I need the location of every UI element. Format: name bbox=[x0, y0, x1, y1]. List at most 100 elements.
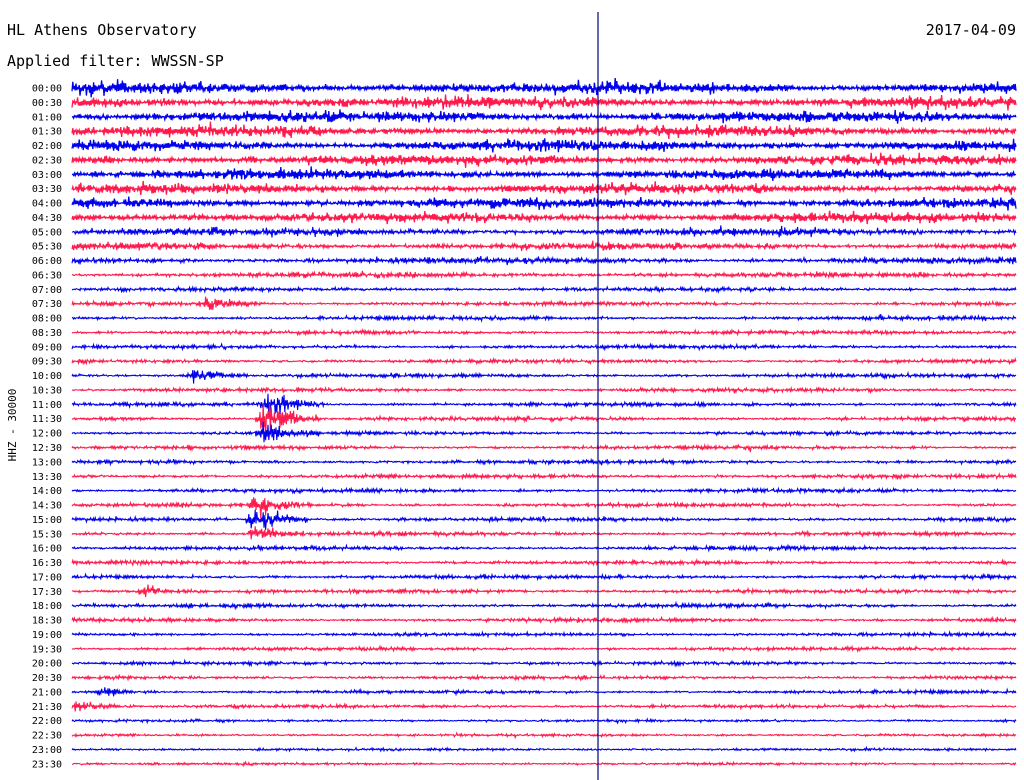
row-time-label: 04:00 bbox=[32, 199, 62, 210]
seismic-trace bbox=[71, 600, 1017, 611]
row-time-label: 16:30 bbox=[32, 558, 62, 569]
row-time-label: 06:00 bbox=[32, 256, 62, 267]
seismogram-chart: HL Athens Observatory 2017-04-09 Applied… bbox=[6, 12, 1017, 780]
seismic-trace bbox=[71, 270, 1017, 280]
seismic-trace bbox=[71, 731, 1017, 740]
seismic-trace bbox=[71, 717, 1017, 725]
row-time-label: 21:30 bbox=[32, 702, 62, 713]
time-axis: 00:00 00:30 01:00 01:30 02:00 02:30 03:00 03:30… bbox=[32, 84, 62, 771]
seismic-trace bbox=[71, 421, 1017, 443]
seismic-trace bbox=[71, 687, 1017, 697]
row-time-label: 02:00 bbox=[32, 141, 62, 152]
row-time-label: 03:00 bbox=[32, 170, 62, 181]
seismic-trace bbox=[71, 196, 1017, 211]
row-time-label: 22:30 bbox=[32, 731, 62, 742]
row-time-label: 06:30 bbox=[32, 270, 62, 281]
seismic-trace bbox=[71, 760, 1017, 768]
row-time-label: 08:30 bbox=[32, 328, 62, 339]
seismic-trace bbox=[71, 109, 1017, 124]
seismic-trace bbox=[71, 138, 1017, 153]
seismic-trace bbox=[71, 225, 1017, 238]
station-title: HL Athens Observatory bbox=[7, 21, 197, 39]
seismic-trace bbox=[71, 701, 1017, 712]
row-time-label: 09:30 bbox=[32, 357, 62, 368]
seismic-trace bbox=[71, 673, 1017, 682]
row-time-label: 14:30 bbox=[32, 501, 62, 512]
seismic-trace bbox=[71, 94, 1017, 111]
row-time-label: 17:30 bbox=[32, 587, 62, 598]
seismic-trace bbox=[71, 121, 1017, 140]
seismic-trace bbox=[71, 166, 1017, 181]
row-time-label: 11:00 bbox=[32, 400, 62, 411]
row-time-label: 23:30 bbox=[32, 759, 62, 770]
seismic-trace bbox=[71, 526, 1016, 540]
row-time-label: 15:30 bbox=[32, 529, 62, 540]
seismic-trace bbox=[71, 313, 1017, 323]
row-time-label: 01:00 bbox=[32, 112, 62, 123]
seismic-trace bbox=[71, 471, 1017, 481]
row-time-label: 05:00 bbox=[32, 227, 62, 238]
seismic-trace bbox=[71, 644, 1017, 653]
row-time-label: 20:00 bbox=[32, 659, 62, 670]
row-time-label: 01:30 bbox=[32, 127, 62, 138]
row-time-label: 07:00 bbox=[32, 285, 62, 296]
row-time-label: 00:00 bbox=[32, 84, 62, 95]
seismic-trace bbox=[71, 630, 1017, 639]
record-date: 2017-04-09 bbox=[926, 21, 1016, 39]
seismic-trace bbox=[71, 497, 1017, 520]
seismic-trace bbox=[71, 255, 1017, 266]
row-time-label: 17:00 bbox=[32, 572, 62, 583]
seismic-trace bbox=[71, 509, 1017, 530]
row-time-label: 11:30 bbox=[32, 414, 62, 425]
row-time-label: 09:00 bbox=[32, 342, 62, 353]
seismic-trace bbox=[71, 210, 1017, 225]
row-time-label: 04:30 bbox=[32, 213, 62, 224]
seismic-trace bbox=[71, 443, 1017, 453]
seismic-trace bbox=[71, 285, 1017, 294]
row-time-label: 23:00 bbox=[32, 745, 62, 756]
seismic-trace bbox=[71, 356, 1017, 366]
seismic-trace bbox=[72, 385, 1017, 395]
seismic-trace bbox=[71, 152, 1017, 168]
row-time-label: 12:30 bbox=[32, 443, 62, 454]
seismic-trace bbox=[71, 403, 1017, 441]
seismic-trace bbox=[71, 584, 1017, 598]
seismic-trace bbox=[71, 180, 1017, 196]
row-time-label: 13:30 bbox=[32, 472, 62, 483]
seismic-trace bbox=[71, 543, 1017, 553]
row-time-label: 03:30 bbox=[32, 184, 62, 195]
row-time-label: 22:00 bbox=[32, 716, 62, 727]
trace-area bbox=[71, 77, 1017, 768]
row-time-label: 08:00 bbox=[32, 314, 62, 325]
row-time-label: 21:00 bbox=[32, 687, 62, 698]
row-time-label: 20:30 bbox=[32, 673, 62, 684]
seismic-trace bbox=[71, 240, 1017, 252]
row-time-label: 18:30 bbox=[32, 616, 62, 627]
row-time-label: 12:00 bbox=[32, 429, 62, 440]
row-time-label: 14:00 bbox=[32, 486, 62, 497]
channel-axis-label: HHZ - 30000 bbox=[6, 389, 19, 462]
row-time-label: 18:00 bbox=[32, 601, 62, 612]
row-time-label: 13:00 bbox=[32, 457, 62, 468]
row-time-label: 19:00 bbox=[32, 630, 62, 641]
seismic-trace bbox=[71, 370, 1017, 384]
seismic-trace bbox=[71, 486, 1017, 495]
seismic-trace bbox=[71, 327, 1017, 338]
seismic-trace bbox=[71, 572, 1017, 582]
seismic-trace bbox=[71, 658, 1017, 668]
filter-label: Applied filter: WWSSN-SP bbox=[7, 52, 224, 70]
row-time-label: 16:00 bbox=[32, 544, 62, 555]
row-time-label: 19:30 bbox=[32, 644, 62, 655]
seismic-trace bbox=[71, 393, 1017, 418]
seismic-trace bbox=[71, 745, 1017, 753]
row-time-label: 00:30 bbox=[32, 98, 62, 109]
row-time-label: 07:30 bbox=[32, 299, 62, 310]
seismic-trace bbox=[71, 615, 1017, 625]
row-time-label: 10:30 bbox=[32, 385, 62, 396]
row-time-label: 05:30 bbox=[32, 242, 62, 253]
seismic-trace bbox=[71, 457, 1017, 467]
row-time-label: 02:30 bbox=[32, 155, 62, 166]
seismic-trace bbox=[71, 342, 1017, 352]
seismic-trace bbox=[71, 296, 1017, 310]
seismic-trace bbox=[71, 77, 1017, 98]
